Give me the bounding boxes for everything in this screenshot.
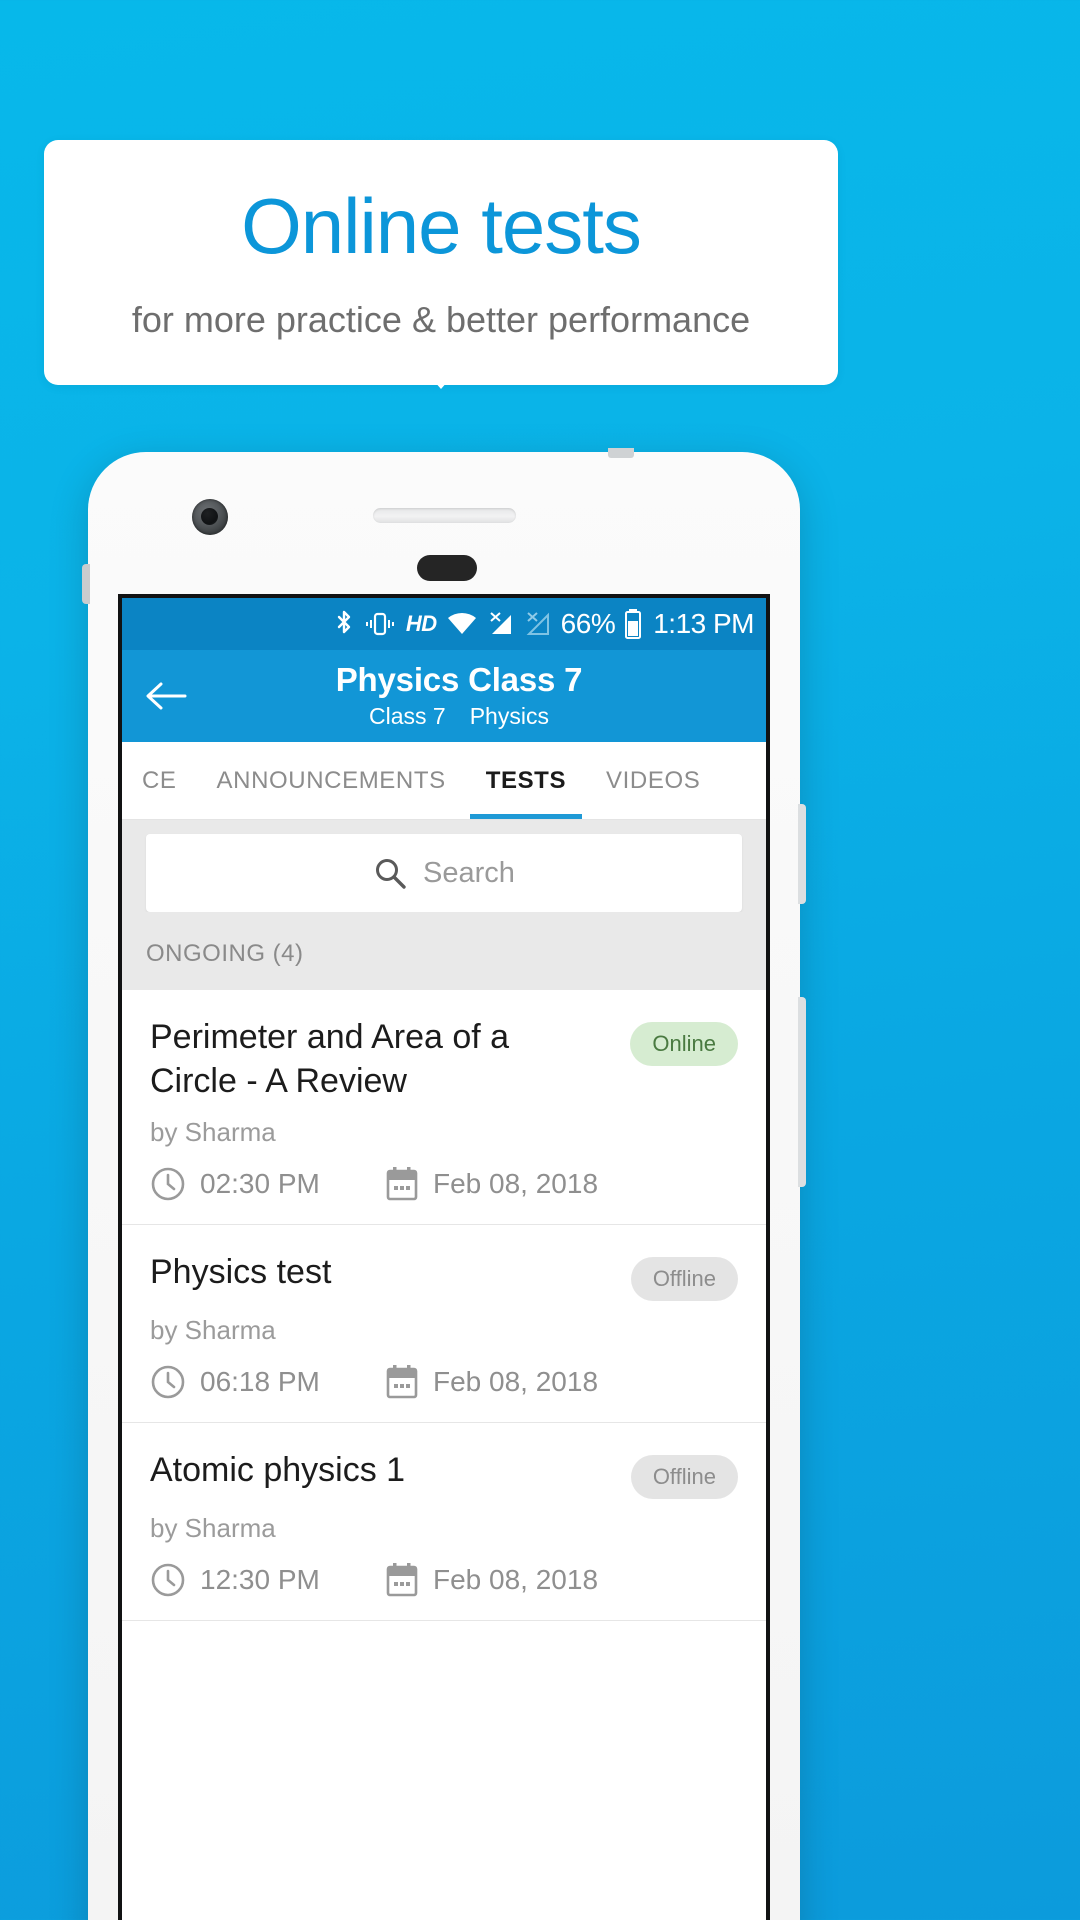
test-title: Physics test — [150, 1253, 332, 1292]
test-title: Atomic physics 1 — [150, 1451, 406, 1490]
section-header-ongoing: ONGOING (4) — [122, 912, 766, 990]
clock-time-label: 1:13 PM — [653, 608, 754, 639]
test-time-label: 06:18 PM — [200, 1366, 320, 1398]
test-date: Feb 08, 2018 — [385, 1166, 598, 1202]
tab-announcements[interactable]: ANNOUNCEMENTS — [197, 742, 466, 819]
test-date-label: Feb 08, 2018 — [433, 1168, 599, 1200]
tab-videos[interactable]: VIDEOS — [586, 742, 720, 819]
hd-call-icon: HD — [405, 611, 437, 636]
app-bar: Physics Class 7 Class 7 Physics — [122, 650, 766, 742]
status-bar: HD 66% 1:13 PM — [122, 598, 766, 650]
test-title: Perimeter and Area of a Circle - A Revie… — [150, 1018, 510, 1100]
card-top-row: Atomic physics 1 Offline — [150, 1449, 738, 1500]
clock-icon — [150, 1166, 186, 1202]
test-time-label: 02:30 PM — [200, 1168, 320, 1200]
page-title: Physics Class 7 — [335, 661, 583, 699]
volume-button[interactable] — [798, 997, 806, 1187]
status-badge: Offline — [630, 1455, 738, 1500]
back-arrow-icon[interactable] — [144, 674, 188, 718]
phone-left-nub — [82, 564, 90, 604]
test-meta-row: 12:30 PM Feb 08, 2018 — [150, 1562, 738, 1598]
signal-empty-icon — [524, 610, 552, 638]
test-date: Feb 08, 2018 — [385, 1562, 598, 1598]
test-time: 12:30 PM — [150, 1562, 385, 1598]
test-time-label: 12:30 PM — [200, 1564, 320, 1596]
calendar-icon — [385, 1364, 419, 1400]
test-time: 06:18 PM — [150, 1364, 385, 1400]
card-top-row: Perimeter and Area of a Circle - A Revie… — [150, 1016, 738, 1103]
wifi-icon — [446, 611, 478, 637]
tab-ce[interactable]: CE — [122, 742, 197, 819]
clock-icon — [150, 1562, 186, 1598]
earpiece-speaker — [373, 508, 516, 523]
test-date-label: Feb 08, 2018 — [433, 1366, 599, 1398]
sensor-pill — [417, 555, 477, 581]
breadcrumb-subject: Physics — [469, 702, 549, 729]
list-item[interactable]: Physics test Offline by Sharma 06:18 PM — [122, 1225, 766, 1424]
vibrate-icon — [363, 610, 397, 638]
test-author: by Sharma — [150, 1513, 276, 1544]
tab-bar: CE ANNOUNCEMENTS TESTS VIDEOS — [122, 742, 766, 820]
promo-bubble: Online tests for more practice & better … — [44, 140, 838, 389]
promo-bubble-body: Online tests for more practice & better … — [44, 140, 838, 386]
test-date: Feb 08, 2018 — [385, 1364, 598, 1400]
calendar-icon — [385, 1562, 419, 1598]
clock-icon — [150, 1364, 186, 1400]
search-icon — [373, 856, 407, 890]
search-zone: Search — [122, 820, 766, 912]
search-input[interactable]: Search — [146, 834, 742, 912]
test-time: 02:30 PM — [150, 1166, 385, 1202]
promo-bubble-tail — [413, 357, 469, 389]
promo-title: Online tests — [241, 182, 642, 270]
battery-icon — [624, 608, 642, 640]
phone-device: HD 66% 1:13 PM Physics Class 7 Class 7 P… — [82, 448, 806, 1920]
search-placeholder: Search — [423, 856, 515, 889]
test-date-label: Feb 08, 2018 — [433, 1564, 599, 1596]
list-item[interactable]: Atomic physics 1 Offline by Sharma 12:30… — [122, 1423, 766, 1622]
power-button[interactable] — [798, 804, 806, 904]
calendar-icon — [385, 1166, 419, 1202]
phone-antenna-strip — [608, 448, 634, 458]
battery-percent-label: 66% — [560, 608, 616, 639]
test-meta-row: 06:18 PM Feb 08, 2018 — [150, 1364, 738, 1400]
card-top-row: Physics test Offline — [150, 1251, 738, 1302]
bluetooth-icon — [334, 609, 354, 639]
front-camera-icon — [192, 499, 228, 535]
test-author: by Sharma — [150, 1315, 276, 1346]
list-item[interactable]: Perimeter and Area of a Circle - A Revie… — [122, 990, 766, 1226]
promo-subtitle: for more practice & better performance — [131, 298, 751, 340]
tests-list: Perimeter and Area of a Circle - A Revie… — [122, 990, 766, 1622]
status-badge: Online — [630, 1022, 738, 1066]
test-author: by Sharma — [150, 1117, 276, 1148]
phone-screen: HD 66% 1:13 PM Physics Class 7 Class 7 P… — [118, 594, 770, 1920]
signal-no-sim-icon — [487, 610, 515, 638]
breadcrumb-class: Class 7 — [369, 702, 446, 729]
test-meta-row: 02:30 PM Feb 08, 2018 — [150, 1166, 738, 1202]
breadcrumb: Class 7 Physics — [152, 703, 766, 730]
status-badge: Offline — [630, 1257, 738, 1302]
app-bar-titles: Physics Class 7 Class 7 Physics — [122, 662, 766, 729]
tab-tests[interactable]: TESTS — [466, 742, 586, 819]
